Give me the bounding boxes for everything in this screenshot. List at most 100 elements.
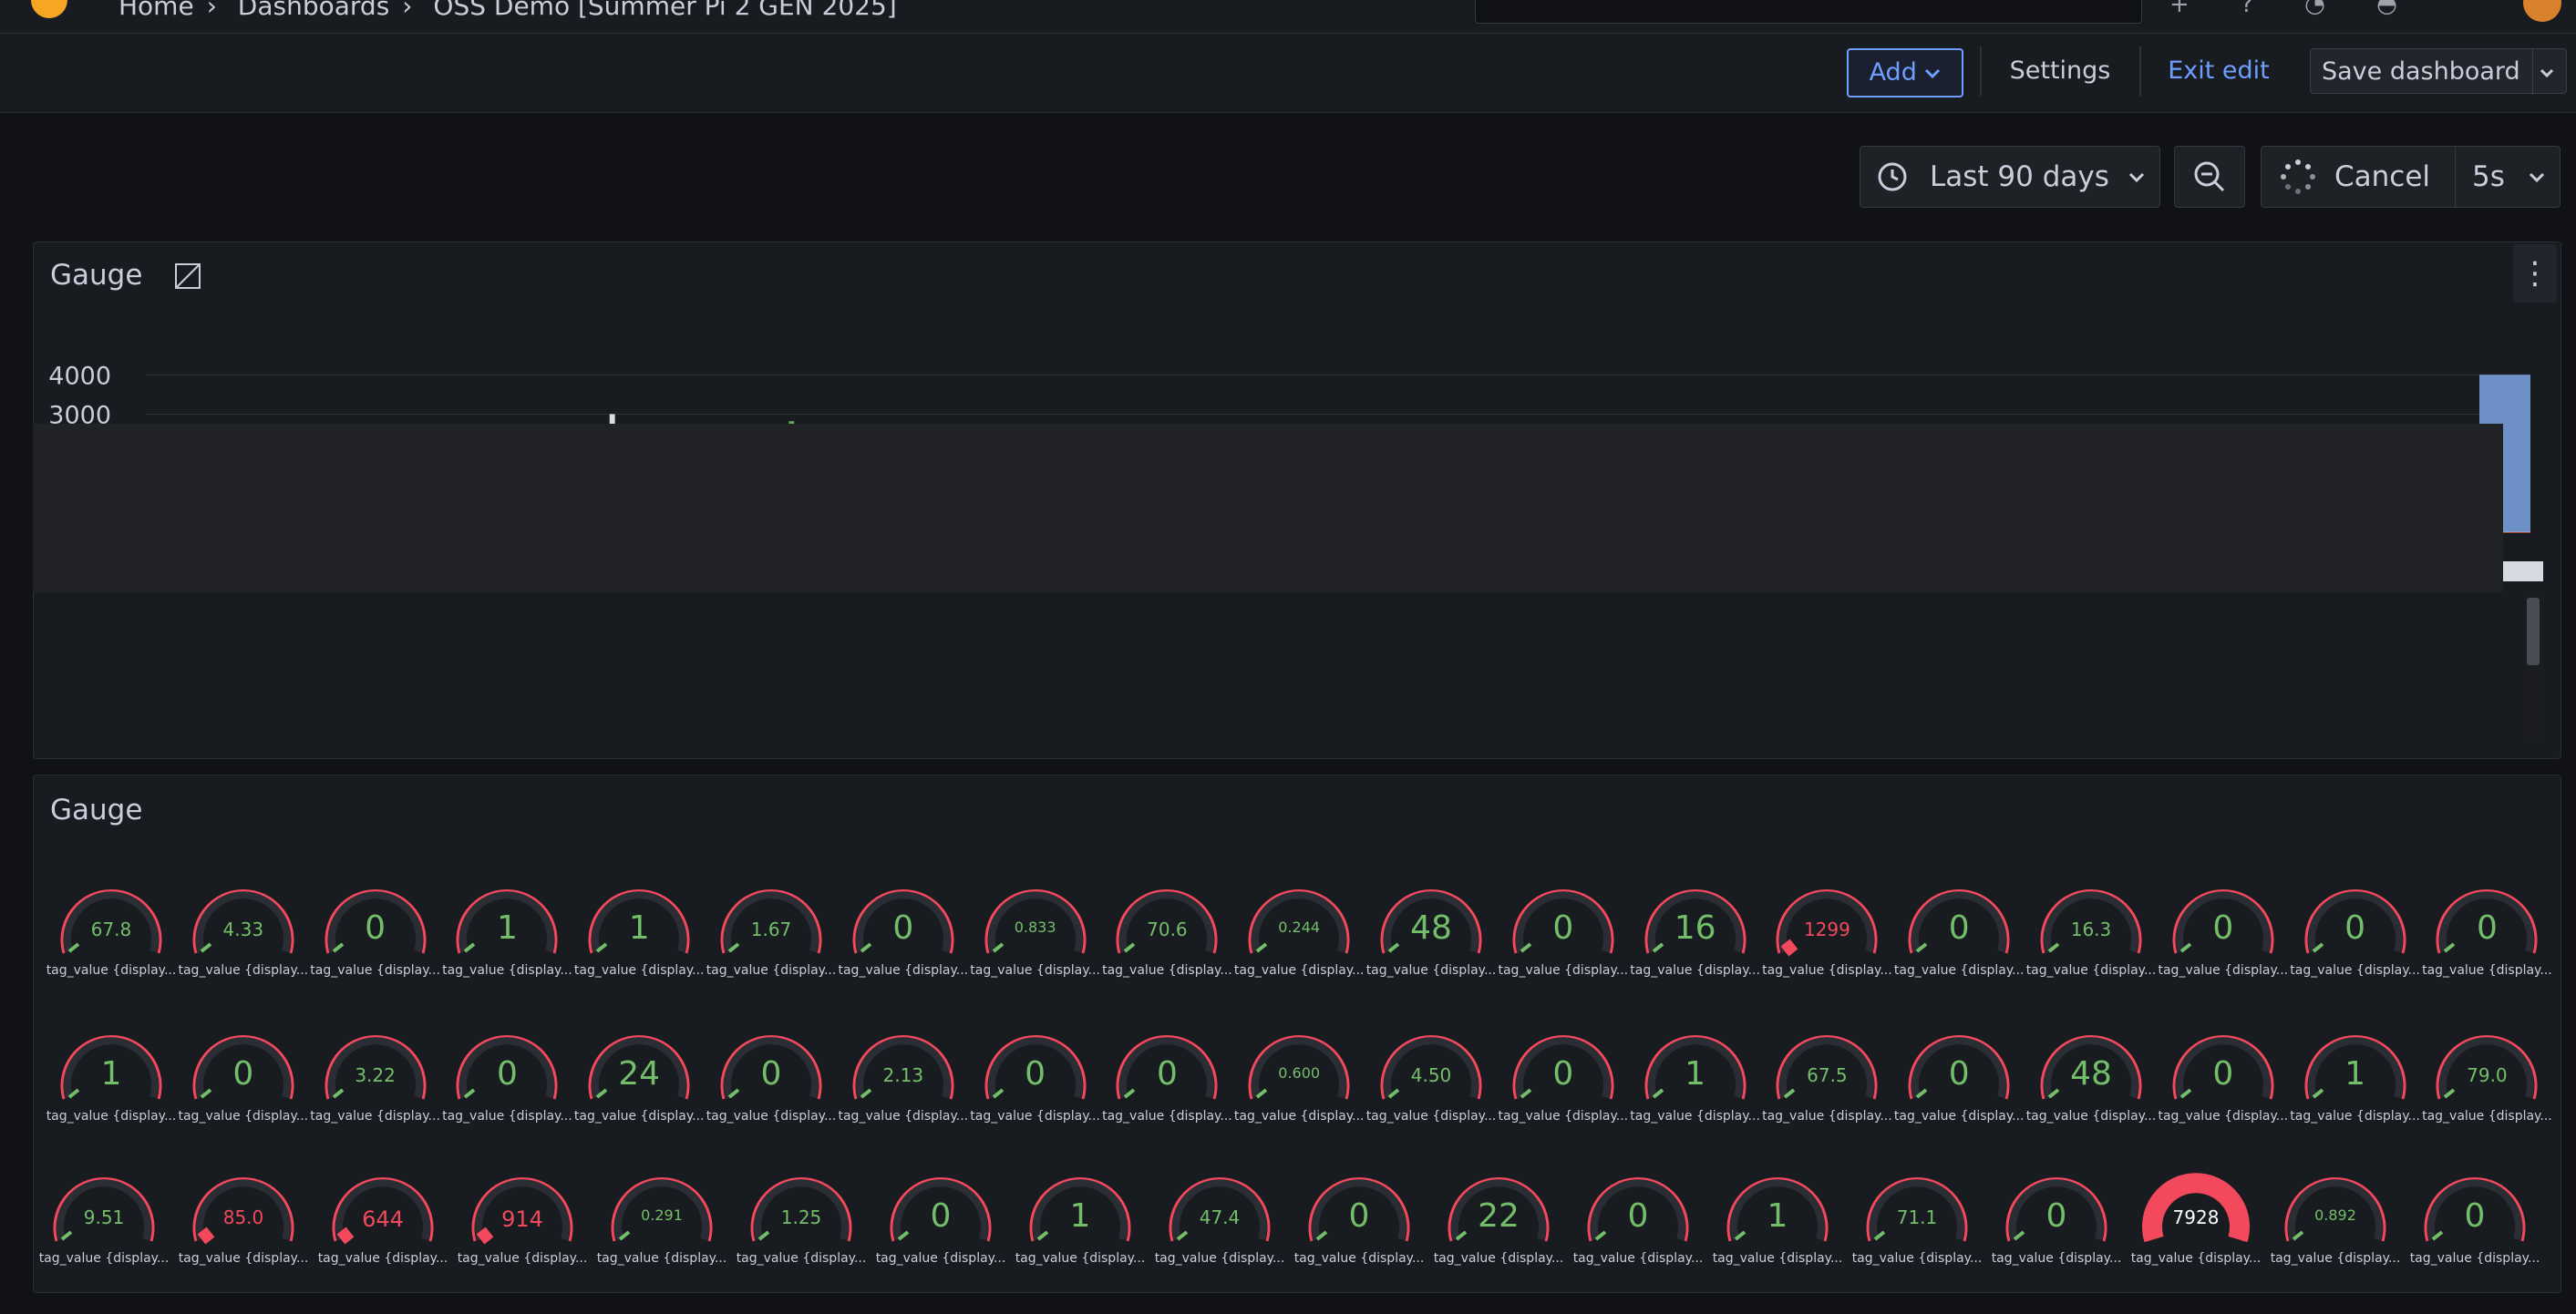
gauge-value: 1	[1767, 1197, 1788, 1235]
add-button[interactable]: Add	[1847, 48, 1963, 98]
gauge-item: 0 tag_value {display...	[1294, 1161, 1424, 1270]
gauge-item: 1 tag_value {display...	[442, 873, 572, 982]
gauge-label: tag_value {display...	[573, 1109, 705, 1124]
gauge-item: 0 tag_value {display...	[178, 1019, 308, 1128]
gauge-value: 1	[100, 1055, 122, 1093]
gauge-value: 85.0	[222, 1206, 264, 1228]
gauge-item: 1.67 tag_value {display...	[706, 873, 836, 982]
gauge-item: 0 tag_value {display...	[706, 1019, 836, 1128]
gauge-item: 0 tag_value {display...	[442, 1019, 572, 1128]
gauge-label: tag_value {display...	[2409, 1251, 2540, 1266]
zoom-out-button[interactable]	[2174, 146, 2245, 208]
gauge-value: 1	[1069, 1197, 1091, 1235]
gauge-item: 0 tag_value {display...	[1894, 1019, 2025, 1128]
gauge-item: 1 tag_value {display...	[1713, 1161, 1842, 1270]
gauge-value: 644	[362, 1206, 404, 1232]
gauge-label: tag_value {display...	[2158, 963, 2289, 978]
divider	[2139, 46, 2141, 96]
rss-icon[interactable]: ◔	[2304, 0, 2325, 18]
gauge-label: tag_value {display...	[970, 1109, 1100, 1124]
gauge-label: tag_value {display...	[1762, 963, 1892, 978]
gauge-label: tag_value {display...	[1365, 1109, 1497, 1124]
gauge-label: tag_value {display...	[1712, 1251, 1843, 1266]
gauge-label: tag_value {display...	[1293, 1251, 1425, 1266]
settings-button[interactable]: Settings	[1996, 48, 2124, 94]
gauge-value: 0	[496, 1055, 518, 1093]
divider	[1980, 46, 1982, 96]
gauge-value: 67.5	[1807, 1064, 1848, 1086]
gauge-item: 0 tag_value {display...	[2410, 1161, 2540, 1270]
gauge-label: tag_value {display...	[573, 963, 705, 978]
gauge-label: tag_value {display...	[1498, 1109, 1629, 1124]
gauge-item: 1 tag_value {display...	[2290, 1019, 2420, 1128]
gauge-value: 1299	[1803, 919, 1850, 940]
gauge-label: tag_value {display...	[310, 963, 440, 978]
gauge-value: 914	[501, 1206, 543, 1232]
zoom-out-icon	[2194, 161, 2225, 192]
gauge-item: 1 tag_value {display...	[574, 873, 705, 982]
pan-icon[interactable]	[172, 261, 203, 292]
gauge-fill	[197, 1227, 215, 1245]
gauge-label: tag_value {display...	[1893, 963, 2025, 978]
avatar[interactable]	[2523, 0, 2561, 22]
refresh-interval-button[interactable]: 5s	[2455, 147, 2560, 207]
gauge-value: 0.833	[1014, 919, 1056, 936]
gauge-label: tag_value {display...	[706, 1109, 837, 1124]
gauge-item: 48 tag_value {display...	[1366, 873, 1496, 982]
gauge-value: 0	[2212, 1055, 2234, 1093]
gauge-item: 0 tag_value {display...	[310, 873, 440, 982]
gauge-label: tag_value {display...	[1991, 1251, 2122, 1266]
gauge-label: tag_value {display...	[1154, 1251, 1285, 1266]
refresh-picker: Cancel 5s	[2261, 146, 2561, 208]
help-icon[interactable]: ?	[2241, 0, 2253, 18]
save-options-chevron-icon[interactable]	[2532, 49, 2561, 95]
gauge-value: 0.244	[1278, 919, 1321, 936]
gauge-label: tag_value {display...	[875, 1251, 1006, 1266]
panel-menu-button[interactable]: ⋮	[2513, 244, 2557, 303]
gauge-value: 0.600	[1278, 1064, 1321, 1082]
gauge-value: 9.51	[83, 1206, 125, 1228]
gauge-item: 0 tag_value {display...	[1498, 873, 1628, 982]
gauge-value: 1	[496, 909, 518, 947]
gauge-value: 48	[2070, 1055, 2112, 1093]
gauge-label: tag_value {display...	[706, 963, 837, 978]
gauge-value: 16	[1674, 909, 1716, 947]
gauge-label: tag_value {display...	[1365, 963, 1497, 978]
gauge-value: 0	[1348, 1197, 1370, 1235]
breadcrumb-dashboard[interactable]: OSS Demo [Summer Pi 2 GEN 2025]	[433, 0, 896, 21]
gauge-value: 0	[760, 1055, 782, 1093]
save-button-label: Save dashboard	[2322, 57, 2520, 86]
breadcrumb-dashboards[interactable]: Dashboards	[238, 0, 390, 21]
grafana-logo-icon[interactable]	[31, 0, 67, 18]
gauge-value: 47.4	[1199, 1206, 1241, 1228]
gauge-item: 914 tag_value {display...	[458, 1161, 587, 1270]
gauge-label: tag_value {display...	[2422, 963, 2552, 978]
bell-icon[interactable]: ◓	[2376, 0, 2397, 18]
add-button-label: Add	[1869, 58, 1917, 87]
gauge-fill	[1781, 939, 1798, 957]
legend-scrollbar[interactable]	[2523, 592, 2543, 738]
gauge-item: 4.50 tag_value {display...	[1366, 1019, 1496, 1128]
exit-edit-button[interactable]: Exit edit	[2151, 48, 2286, 94]
breadcrumb-home[interactable]: Home	[118, 0, 194, 21]
save-dashboard-button[interactable]: Save dashboard	[2310, 48, 2567, 95]
gauge-item: 67.5 tag_value {display...	[1762, 1019, 1892, 1128]
gauge-item: 71.1 tag_value {display...	[1852, 1161, 1982, 1270]
gauge-label: tag_value {display...	[1572, 1251, 1704, 1266]
gauge-item: 4.33 tag_value {display...	[178, 873, 308, 982]
gauge-value: 0	[2476, 909, 2498, 947]
gauge-item: 0 tag_value {display...	[838, 873, 968, 982]
gauge-item: 22 tag_value {display...	[1434, 1161, 1563, 1270]
plus-icon[interactable]: +	[2169, 0, 2190, 18]
gauge-item: 0 tag_value {display...	[970, 1019, 1100, 1128]
search-input[interactable]	[1475, 0, 2142, 24]
cancel-button[interactable]: Cancel	[2262, 147, 2453, 207]
gauge-label: tag_value {display...	[178, 1109, 309, 1124]
gauge-item: 1299 tag_value {display...	[1762, 873, 1892, 982]
time-range-picker[interactable]: Last 90 days	[1860, 146, 2160, 208]
scrollbar-thumb[interactable]	[2527, 598, 2540, 665]
gauge-value: 1.67	[750, 919, 792, 940]
gauge-item: 16.3 tag_value {display...	[2026, 873, 2156, 982]
gauge-value: 0.291	[641, 1206, 683, 1224]
gauge-label: tag_value {display...	[1498, 963, 1629, 978]
